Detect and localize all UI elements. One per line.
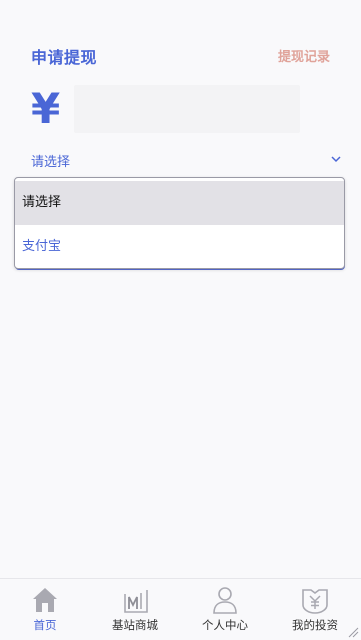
amount-input[interactable] — [74, 85, 300, 133]
home-icon — [33, 588, 57, 612]
tab-label: 首页 — [33, 618, 57, 632]
page-title: 申请提现 — [31, 48, 98, 67]
dropdown-list: 请选择 支付宝 — [14, 177, 345, 269]
investment-icon — [302, 589, 328, 614]
mall-icon — [124, 590, 148, 613]
person-icon — [213, 587, 237, 614]
tab-label: 我的投资 — [292, 618, 338, 632]
dropdown-option-alipay[interactable]: 支付宝 — [15, 225, 344, 268]
tab-profile[interactable]: 个人中心 — [190, 585, 260, 639]
tab-label: 个人中心 — [202, 618, 248, 632]
yen-icon: ¥ — [31, 84, 61, 133]
payment-method-select[interactable]: 请选择 — [31, 148, 343, 172]
tab-label: 基站商城 — [112, 618, 158, 632]
amount-row: ¥ — [31, 84, 300, 134]
resize-grip-icon[interactable] — [348, 627, 359, 638]
chevron-down-icon — [331, 156, 341, 163]
select-value: 请选择 — [31, 155, 71, 170]
page-header: 申请提现 提现记录 — [31, 44, 330, 68]
withdraw-records-link[interactable]: 提现记录 — [278, 46, 330, 65]
bottom-tab-bar: 首页 基站商城 个人中心 我的投资 — [0, 578, 361, 640]
tab-investment[interactable]: 我的投资 — [280, 585, 350, 639]
tab-home[interactable]: 首页 — [10, 585, 80, 639]
tab-mall[interactable]: 基站商城 — [100, 585, 170, 639]
dropdown-option-please-select[interactable]: 请选择 — [15, 181, 344, 225]
